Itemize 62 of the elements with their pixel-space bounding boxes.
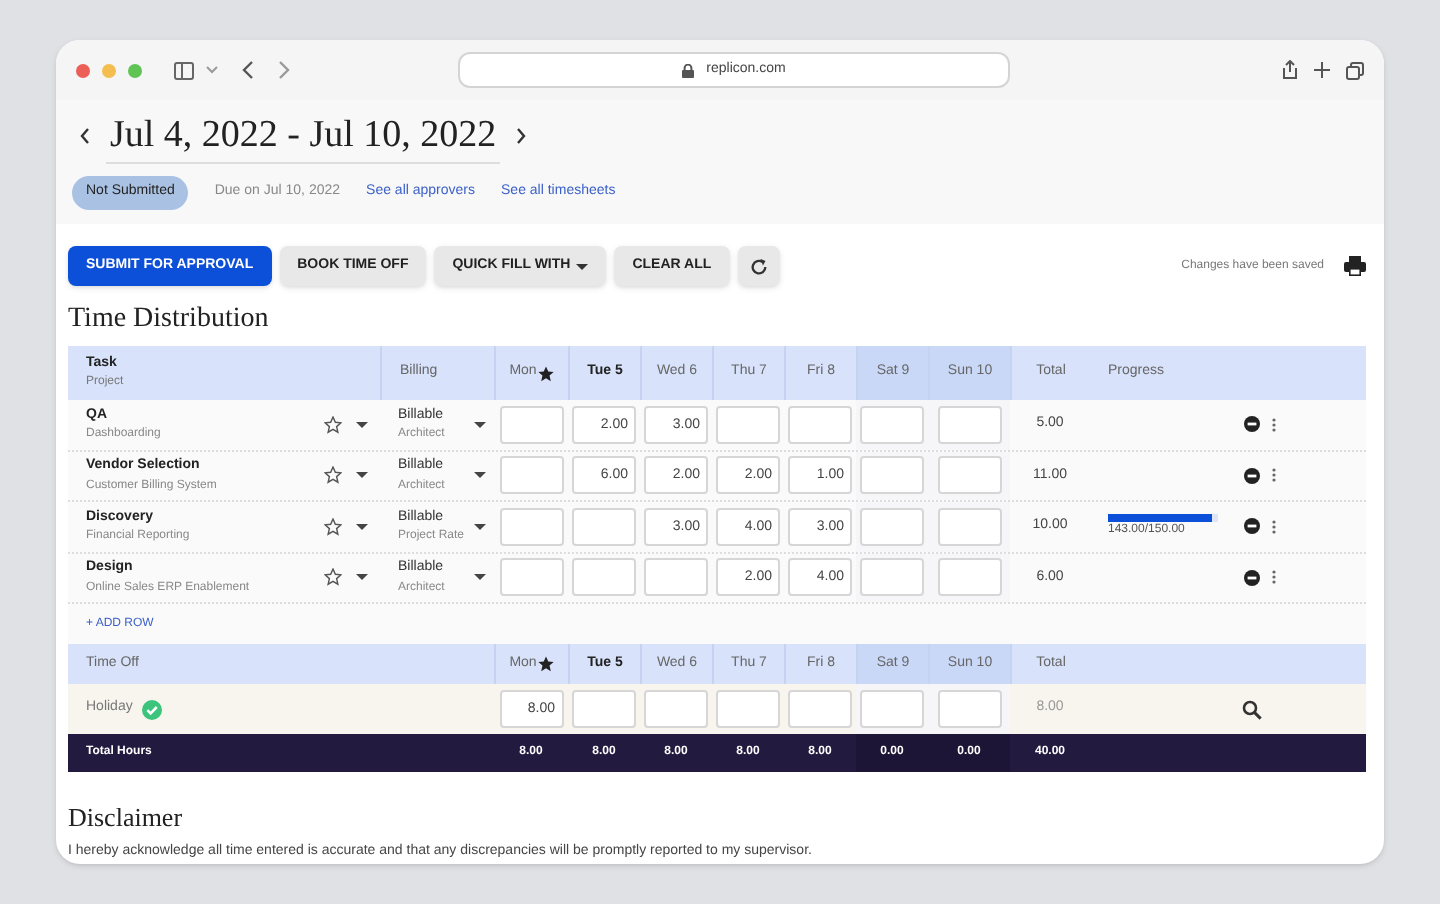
hours-field[interactable] [860,558,924,597]
section-title: Time Distribution [68,302,271,338]
refresh-icon [749,257,768,275]
hours-field[interactable] [788,690,852,728]
remove-icon[interactable] [1244,467,1260,484]
hours-field[interactable] [937,690,1001,728]
hours-field[interactable] [860,405,924,444]
hours-field[interactable] [499,507,563,546]
remove-icon[interactable] [1244,416,1260,433]
back-icon[interactable] [242,60,254,80]
hours-field[interactable] [572,690,636,728]
caret-icon [576,263,589,269]
hours-field[interactable] [499,405,563,444]
refresh-button[interactable] [737,246,780,286]
search-icon[interactable] [1242,699,1262,719]
hours-field[interactable] [937,456,1001,495]
sidebar-icon[interactable] [174,61,194,79]
chevron-down-icon[interactable] [206,66,218,74]
star-icon[interactable] [324,466,342,485]
hours-field[interactable] [937,405,1001,444]
hours-field[interactable] [644,558,708,597]
caret-icon[interactable] [474,523,486,530]
caret-icon[interactable] [474,421,486,428]
hours-field[interactable] [499,558,563,597]
caret-icon[interactable] [474,574,486,581]
disclaimer-title: Disclaimer [68,802,185,834]
star-icon[interactable] [324,568,342,587]
hours-field[interactable] [499,456,563,495]
maximize-window-dot[interactable] [128,63,142,77]
star-icon [538,365,555,381]
next-week-icon[interactable] [516,128,527,144]
remove-icon[interactable] [1244,569,1260,586]
share-icon[interactable] [1282,60,1298,80]
caret-icon[interactable] [356,523,368,530]
caret-icon[interactable] [356,472,368,479]
hours-field[interactable] [716,405,780,444]
minimize-window-dot[interactable] [102,63,116,77]
caret-icon[interactable] [356,421,368,428]
star-icon [538,656,555,672]
period-title: Jul 4, 2022 - Jul 10, 2022 [106,109,501,163]
hours-field[interactable] [644,690,708,728]
star-icon[interactable] [324,517,342,536]
tabs-icon[interactable] [1346,61,1364,79]
hours-field[interactable] [788,405,852,444]
print-icon[interactable] [1344,256,1366,276]
hours-field[interactable] [937,558,1001,597]
star-icon[interactable] [324,415,342,434]
caret-icon[interactable] [356,574,368,581]
plus-icon[interactable] [1314,62,1330,78]
forward-icon[interactable] [278,60,290,80]
hours-field[interactable] [716,690,780,728]
hours-field[interactable] [572,558,636,597]
hours-field[interactable] [860,456,924,495]
previous-week-icon[interactable] [80,128,90,144]
hours-field[interactable] [860,507,924,546]
lock-icon [682,63,695,77]
hours-field[interactable] [572,507,636,546]
close-window-dot[interactable] [76,63,90,77]
hours-field[interactable] [860,690,924,728]
remove-icon[interactable] [1244,518,1260,535]
hours-field[interactable] [937,507,1001,546]
caret-icon[interactable] [474,472,486,479]
